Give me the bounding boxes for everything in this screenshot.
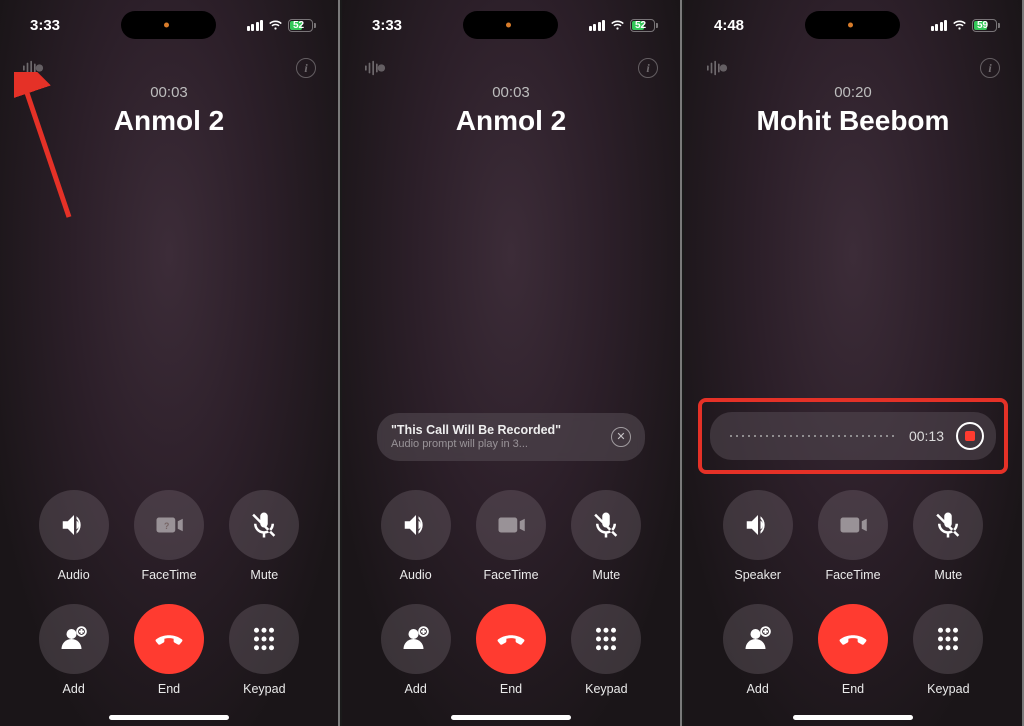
facetime-button[interactable] (476, 490, 546, 560)
call-top-icons: i (0, 40, 338, 78)
cellular-signal-icon (589, 20, 606, 31)
prompt-title: "This Call Will Be Recorded" (391, 423, 561, 438)
call-duration: 00:03 (0, 84, 338, 101)
cellular-signal-icon (931, 20, 948, 31)
add-label: Add (747, 682, 769, 696)
keypad-label: Keypad (585, 682, 627, 696)
add-call-button[interactable] (39, 604, 109, 674)
recording-prompt-banner: "This Call Will Be Recorded" Audio promp… (377, 413, 645, 461)
call-top-icons: i (342, 40, 680, 78)
keypad-button[interactable] (229, 604, 299, 674)
battery-icon: 59 (972, 19, 1000, 32)
call-header: 00:03 Anmol 2 (342, 84, 680, 137)
audio-button[interactable] (381, 490, 451, 560)
recording-banner: 00:13 (710, 412, 996, 460)
keypad-label: Keypad (243, 682, 285, 696)
add-call-button[interactable] (723, 604, 793, 674)
call-duration: 00:03 (342, 84, 680, 101)
call-header: 00:03 Anmol 2 (0, 84, 338, 137)
end-label: End (500, 682, 522, 696)
info-icon[interactable]: i (296, 58, 316, 78)
prompt-subtitle: Audio prompt will play in 3... (391, 438, 561, 451)
facetime-button[interactable]: ? (134, 490, 204, 560)
home-indicator[interactable] (109, 715, 229, 720)
phone-screen-1: 3:33 52 i 00:03 Anmol 2 Audio ? FaceTime … (0, 0, 340, 726)
caller-name: Anmol 2 (0, 105, 338, 137)
end-call-button[interactable] (818, 604, 888, 674)
mute-button[interactable] (229, 490, 299, 560)
status-bar: 3:33 52 (0, 0, 338, 40)
status-bar: 3:33 52 (342, 0, 680, 40)
record-waveform-icon[interactable] (364, 60, 386, 76)
record-waveform-icon[interactable] (706, 60, 728, 76)
status-time: 3:33 (30, 17, 90, 34)
status-bar: 4:48 59 (684, 0, 1022, 40)
dynamic-island[interactable] (121, 11, 216, 39)
end-call-button[interactable] (476, 604, 546, 674)
add-label: Add (63, 682, 85, 696)
add-call-button[interactable] (381, 604, 451, 674)
recording-elapsed: 00:13 (909, 428, 944, 444)
dynamic-island[interactable] (805, 11, 900, 39)
call-header: 00:20 Mohit Beebom (684, 84, 1022, 137)
speaker-button[interactable] (723, 490, 793, 560)
call-button-grid: Audio ? FaceTime Mute Add End Keypad (0, 490, 338, 696)
status-time: 4:48 (714, 17, 774, 34)
record-waveform-icon[interactable] (22, 60, 44, 76)
keypad-button[interactable] (913, 604, 983, 674)
keypad-button[interactable] (571, 604, 641, 674)
end-label: End (842, 682, 864, 696)
add-label: Add (405, 682, 427, 696)
home-indicator[interactable] (793, 715, 913, 720)
status-right: 52 (247, 19, 317, 32)
info-icon[interactable]: i (980, 58, 1000, 78)
prompt-close-button[interactable]: ✕ (611, 427, 631, 447)
info-icon[interactable]: i (638, 58, 658, 78)
stop-recording-button[interactable] (956, 422, 984, 450)
status-time: 3:33 (372, 17, 432, 34)
mute-label: Mute (250, 568, 278, 582)
audio-label: Audio (400, 568, 432, 582)
end-call-button[interactable] (134, 604, 204, 674)
facetime-button[interactable] (818, 490, 888, 560)
battery-icon: 52 (288, 19, 316, 32)
speaker-label: Speaker (734, 568, 781, 582)
wifi-icon (952, 20, 967, 31)
wifi-icon (268, 20, 283, 31)
dynamic-island[interactable] (463, 11, 558, 39)
phone-screen-3: 4:48 59 i 00:20 Mohit Beebom 00:13 Speak… (684, 0, 1024, 726)
facetime-label: FaceTime (141, 568, 196, 582)
phone-screen-2: 3:33 52 i 00:03 Anmol 2 "This Call Will … (342, 0, 682, 726)
mute-label: Mute (934, 568, 962, 582)
mute-button[interactable] (913, 490, 983, 560)
svg-text:?: ? (164, 521, 169, 531)
facetime-label: FaceTime (825, 568, 880, 582)
status-right: 59 (931, 19, 1001, 32)
recording-waveform (728, 435, 897, 437)
mute-label: Mute (592, 568, 620, 582)
status-right: 52 (589, 19, 659, 32)
call-button-grid: Speaker FaceTime Mute Add End Keypad (684, 490, 1022, 696)
keypad-label: Keypad (927, 682, 969, 696)
caller-name: Anmol 2 (342, 105, 680, 137)
audio-label: Audio (58, 568, 90, 582)
facetime-label: FaceTime (483, 568, 538, 582)
home-indicator[interactable] (451, 715, 571, 720)
cellular-signal-icon (247, 20, 264, 31)
call-duration: 00:20 (684, 84, 1022, 101)
call-button-grid: Audio FaceTime Mute Add End Keypad (342, 490, 680, 696)
battery-icon: 52 (630, 19, 658, 32)
call-top-icons: i (684, 40, 1022, 78)
caller-name: Mohit Beebom (684, 105, 1022, 137)
audio-button[interactable] (39, 490, 109, 560)
mute-button[interactable] (571, 490, 641, 560)
end-label: End (158, 682, 180, 696)
wifi-icon (610, 20, 625, 31)
annotation-highlight-box: 00:13 (698, 398, 1008, 474)
